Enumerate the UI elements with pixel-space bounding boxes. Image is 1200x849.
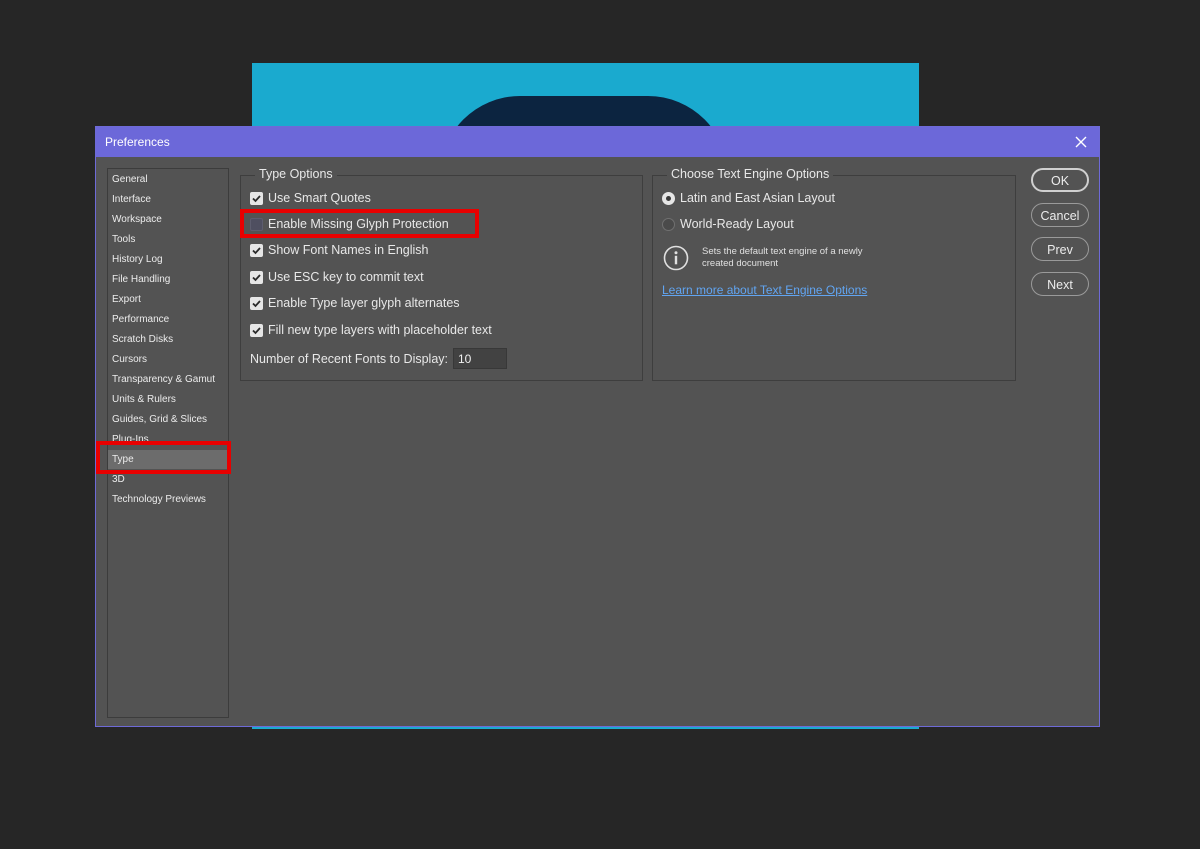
sidebar-item-performance[interactable]: Performance xyxy=(108,310,228,329)
preferences-sidebar: General Interface Workspace Tools Histor… xyxy=(107,168,229,718)
sidebar-item-plug-ins[interactable]: Plug-Ins xyxy=(108,430,228,449)
dialog-titlebar: Preferences xyxy=(96,127,1099,157)
checkbox-checked-icon xyxy=(250,271,263,284)
close-button[interactable] xyxy=(1069,130,1093,154)
prev-button[interactable]: Prev xyxy=(1031,237,1089,261)
sidebar-item-technology-previews[interactable]: Technology Previews xyxy=(108,490,228,509)
close-icon xyxy=(1075,136,1087,148)
info-text: Sets the default text engine of a newly … xyxy=(702,246,863,269)
checkbox-checked-icon xyxy=(250,192,263,205)
sidebar-item-cursors[interactable]: Cursors xyxy=(108,350,228,369)
type-options-legend: Type Options xyxy=(255,167,337,181)
sidebar-item-scratch-disks[interactable]: Scratch Disks xyxy=(108,330,228,349)
sidebar-item-type[interactable]: Type xyxy=(108,450,228,469)
text-engine-legend: Choose Text Engine Options xyxy=(667,167,834,181)
next-button[interactable]: Next xyxy=(1031,272,1089,296)
cancel-button[interactable]: Cancel xyxy=(1031,203,1089,227)
sidebar-item-file-handling[interactable]: File Handling xyxy=(108,270,228,289)
sidebar-item-transparency-gamut[interactable]: Transparency & Gamut xyxy=(108,370,228,389)
checkbox-checked-icon xyxy=(250,244,263,257)
sidebar-item-history-log[interactable]: History Log xyxy=(108,250,228,269)
checkbox-checked-icon xyxy=(250,324,263,337)
recent-fonts-input[interactable] xyxy=(453,348,507,369)
text-engine-panel: Choose Text Engine Options Latin and Eas… xyxy=(652,167,1016,381)
radio-selected-icon xyxy=(662,192,675,205)
sidebar-item-interface[interactable]: Interface xyxy=(108,190,228,209)
recent-fonts-label: Number of Recent Fonts to Display: xyxy=(250,352,448,366)
sidebar-item-workspace[interactable]: Workspace xyxy=(108,210,228,229)
type-options-panel: Type Options Use Smart Quotes Enable Mis… xyxy=(240,167,643,381)
checkbox-checked-icon xyxy=(250,297,263,310)
sidebar-item-export[interactable]: Export xyxy=(108,290,228,309)
dialog-title: Preferences xyxy=(105,135,170,149)
learn-more-link[interactable]: Learn more about Text Engine Options xyxy=(662,283,867,297)
sidebar-item-3d[interactable]: 3D xyxy=(108,470,228,489)
radio-unselected-icon xyxy=(662,218,675,231)
ok-button[interactable]: OK xyxy=(1031,168,1089,192)
info-icon xyxy=(663,245,689,271)
preferences-dialog: Preferences General Interface Workspace … xyxy=(95,126,1100,727)
sidebar-item-guides-grid-slices[interactable]: Guides, Grid & Slices xyxy=(108,410,228,429)
sidebar-item-tools[interactable]: Tools xyxy=(108,230,228,249)
checkbox-unchecked-icon xyxy=(250,218,263,231)
sidebar-item-general[interactable]: General xyxy=(108,170,228,189)
sidebar-item-units-rulers[interactable]: Units & Rulers xyxy=(108,390,228,409)
